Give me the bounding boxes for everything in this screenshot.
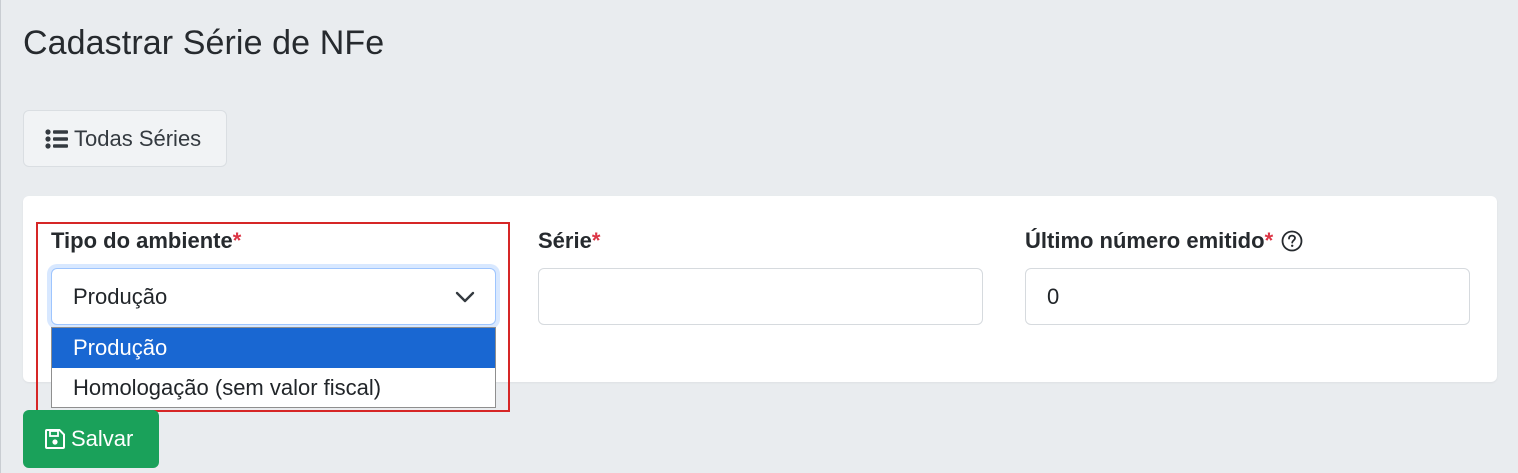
last-number-value: 0 xyxy=(1047,283,1060,309)
page-title: Cadastrar Série de NFe xyxy=(23,24,385,62)
option-producao[interactable]: Produção xyxy=(52,328,495,368)
required-mark: * xyxy=(1264,228,1274,253)
floppy-disk-icon xyxy=(44,428,66,450)
environment-dropdown: Produção Homologação (sem valor fiscal) xyxy=(51,327,496,408)
last-number-label-text: Último número emitido xyxy=(1025,228,1265,253)
last-number-label: Último número emitido * xyxy=(1025,228,1303,254)
chevron-down-icon xyxy=(455,291,475,303)
series-label-text: Série xyxy=(538,228,592,253)
save-label: Salvar xyxy=(71,426,134,451)
list-icon xyxy=(45,128,69,149)
question-circle-icon[interactable] xyxy=(1281,230,1303,252)
environment-select[interactable]: Produção xyxy=(51,268,496,325)
required-mark: * xyxy=(591,228,601,253)
all-series-label: Todas Séries xyxy=(74,125,202,151)
save-button[interactable]: Salvar xyxy=(23,410,159,468)
environment-selected-value: Produção xyxy=(73,283,168,309)
series-input[interactable] xyxy=(538,268,983,325)
series-label: Série * xyxy=(538,228,600,254)
required-mark: * xyxy=(232,228,242,253)
all-series-button[interactable]: Todas Séries xyxy=(23,110,227,167)
option-homologacao[interactable]: Homologação (sem valor fiscal) xyxy=(52,368,495,408)
environment-label: Tipo do ambiente * xyxy=(51,228,241,254)
environment-label-text: Tipo do ambiente xyxy=(51,228,233,253)
last-number-input[interactable]: 0 xyxy=(1025,268,1470,325)
